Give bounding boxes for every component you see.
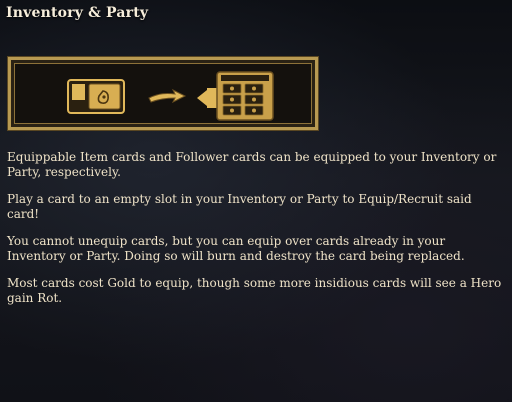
panel-title: Inventory & Party (6, 5, 149, 21)
tutorial-illustration (7, 56, 319, 131)
paragraph-cost: Most cards cost Gold to equip, though so… (7, 276, 502, 305)
paragraph-unequip: You cannot unequip cards, but you can eq… (7, 234, 465, 263)
description-text: Equippable Item cards and Follower cards… (7, 150, 507, 318)
card-icon (67, 79, 125, 114)
paragraph-equippable: Equippable Item cards and Follower cards… (7, 150, 497, 179)
paragraph-play-card: Play a card to an empty slot in your Inv… (7, 192, 472, 221)
inventory-grid-icon (197, 71, 274, 121)
arrow-icon (148, 88, 187, 104)
